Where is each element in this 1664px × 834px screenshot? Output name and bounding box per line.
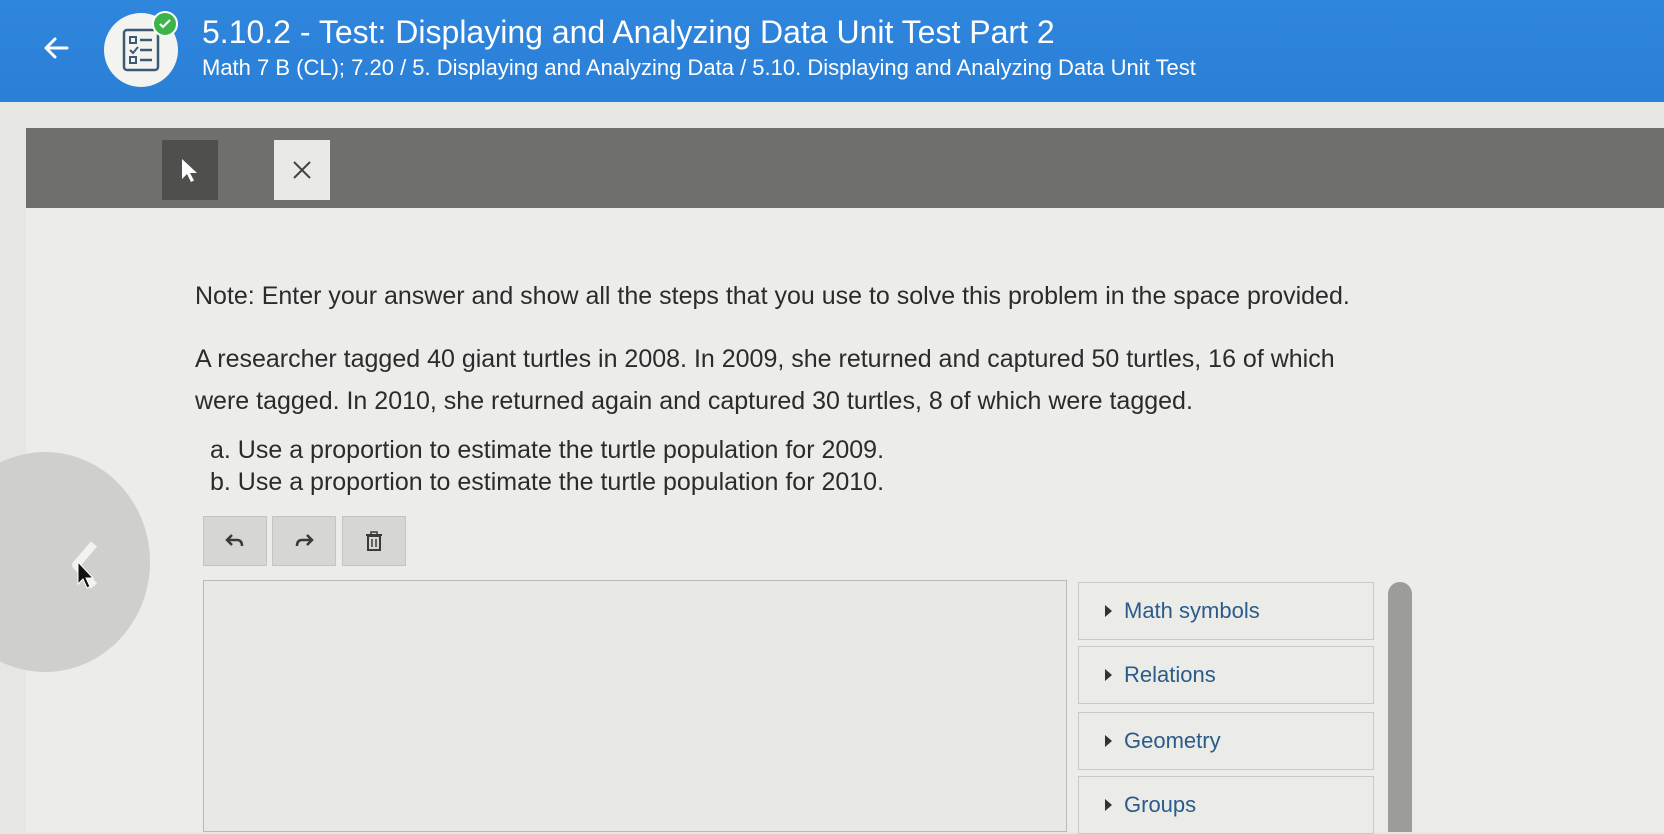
part-b: b. Use a proportion to estimate the turt… (210, 468, 885, 496)
palette-math-symbols[interactable]: Math symbols (1078, 582, 1374, 640)
tool-bar (26, 128, 1664, 470)
palette-scrollbar[interactable] (1388, 582, 1412, 832)
palette-label: Relations (1124, 662, 1216, 687)
expand-triangle-icon (1105, 605, 1112, 617)
answer-input-area[interactable] (203, 580, 1067, 832)
palette-label: Math symbols (1124, 598, 1260, 623)
palette-relations[interactable]: Relations (1078, 646, 1374, 704)
expand-triangle-icon (1105, 799, 1112, 811)
close-tool-button[interactable] (274, 140, 330, 200)
undo-icon (225, 534, 244, 547)
undo-button[interactable] (203, 516, 267, 566)
part-a: a. Use a proportion to estimate the turt… (210, 436, 885, 464)
pointer-tool-button[interactable] (162, 140, 218, 200)
question-parts: a. Use a proportion to estimate the turt… (210, 434, 884, 498)
completed-check-icon (152, 11, 178, 37)
delete-button[interactable] (342, 516, 406, 566)
breadcrumb: Math 7 B (CL); 7.20 / 5. Displaying and … (202, 55, 1196, 80)
instruction-note: Note: Enter your answer and show all the… (195, 282, 1350, 310)
page-title: 5.10.2 - Test: Displaying and Analyzing … (202, 14, 1055, 50)
mouse-cursor-icon (77, 560, 95, 589)
palette-label: Geometry (1124, 728, 1221, 753)
redo-button[interactable] (272, 516, 336, 566)
close-icon (293, 161, 311, 179)
palette-geometry[interactable]: Geometry (1078, 712, 1374, 770)
trash-icon (366, 531, 382, 551)
cursor-icon (182, 159, 197, 182)
redo-icon (295, 534, 314, 547)
palette-label: Groups (1124, 792, 1197, 817)
expand-triangle-icon (1105, 735, 1112, 747)
problem-text: A researcher tagged 40 giant turtles in … (195, 345, 1335, 415)
palette-groups[interactable]: Groups (1078, 776, 1374, 834)
expand-triangle-icon (1105, 669, 1112, 681)
back-arrow-icon[interactable] (36, 28, 76, 68)
header-bar: 5.10.2 - Test: Displaying and Analyzing … (0, 0, 1664, 102)
